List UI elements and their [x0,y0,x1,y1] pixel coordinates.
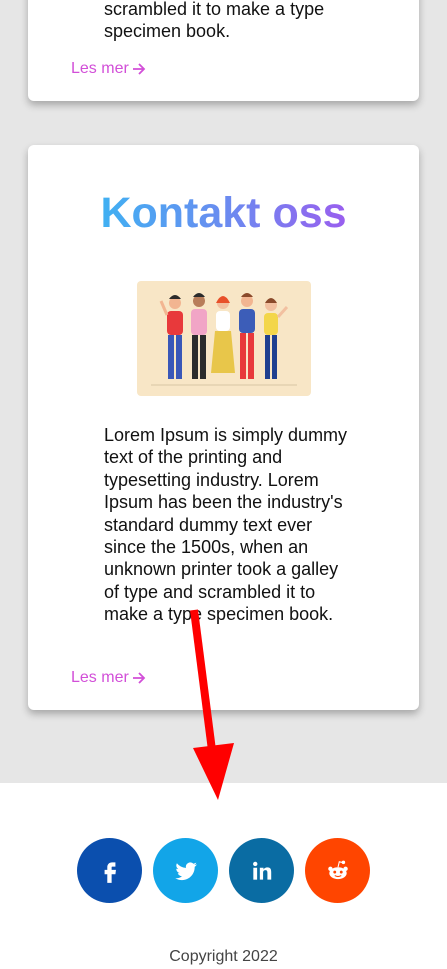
card-previous: scrambled it to make a type specimen boo… [28,0,419,101]
read-more-link[interactable]: Les mer [71,669,146,687]
facebook-button[interactable] [77,838,142,903]
read-more-label: Les mer [71,669,129,686]
social-links [0,838,447,903]
linkedin-icon [252,861,271,880]
reddit-button[interactable] [305,838,370,903]
arrow-right-icon [132,672,146,684]
copyright-text: Copyright 2022 [169,948,278,965]
card-text: Lorem Ipsum is simply dummy text of the … [104,425,348,625]
card-title: Kontakt oss [28,188,419,238]
arrow-right-icon [132,63,146,75]
people-group-illustration [137,281,311,396]
twitter-button[interactable] [153,838,218,903]
facebook-icon [104,861,116,883]
read-more-link[interactable]: Les mer [71,60,146,78]
card-contact: Kontakt oss Lorem Ipsum is simply dummy … [28,145,419,710]
footer: Copyright 2022 [0,783,447,969]
read-more-label: Les mer [71,60,129,77]
reddit-icon [327,860,348,879]
card-text: scrambled it to make a type specimen boo… [104,0,325,42]
linkedin-button[interactable] [229,838,294,903]
twitter-icon [174,861,197,880]
